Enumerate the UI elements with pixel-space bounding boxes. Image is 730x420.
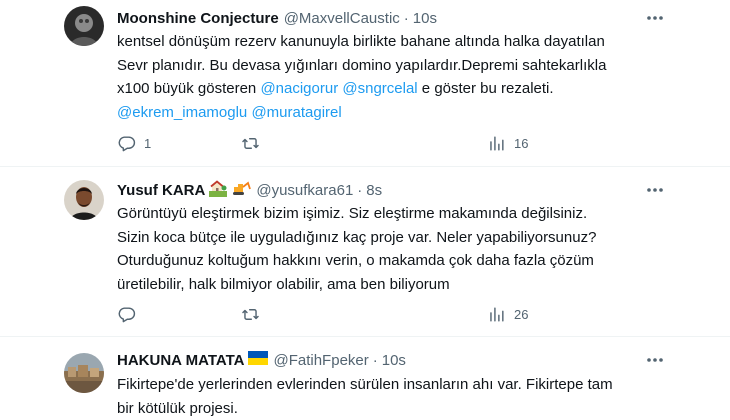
reply-count: 1 xyxy=(144,135,152,151)
mention-link[interactable]: @sngrcelal xyxy=(342,80,417,97)
author-handle[interactable]: @MaxvellCaustic xyxy=(284,10,400,27)
tweet-line: Sevr planıdır. Bu devasa yığınları domin… xyxy=(117,56,607,74)
timestamp[interactable]: 10s xyxy=(382,352,406,369)
author-handle[interactable]: @yusufkara61 xyxy=(256,182,353,199)
tweet-line: Sizin koca bütçe ile uyguladığınız kaç p… xyxy=(117,228,597,246)
tweet-line: üretilebilir, halk bilmiyor olabilir, am… xyxy=(117,275,450,293)
reply-icon xyxy=(118,135,136,151)
views-button[interactable]: 16 xyxy=(487,133,528,153)
tweet-line: kentsel dönüşüm rezerv kanunuyla birlikt… xyxy=(117,33,605,50)
more-icon xyxy=(647,358,663,362)
tweet-actions: 26 xyxy=(117,304,667,324)
more-icon xyxy=(647,188,663,192)
avatar[interactable] xyxy=(64,353,104,393)
more-options-button[interactable] xyxy=(645,180,665,200)
tweet-line: Fikirtepe'de yerlerinden evlerinden sürü… xyxy=(117,376,613,393)
reply-button[interactable]: 1 xyxy=(117,133,151,153)
tweet-header: Yusuf KARA @yusufkara61 · 8s xyxy=(117,179,382,201)
views-count: 16 xyxy=(514,135,529,151)
retweet-button[interactable] xyxy=(241,133,268,153)
author-name[interactable]: Yusuf KARA xyxy=(117,182,205,199)
author-name[interactable]: Moonshine Conjecture xyxy=(117,10,279,27)
more-options-button[interactable] xyxy=(645,8,665,28)
avatar[interactable] xyxy=(64,6,104,46)
tweet-text: Fikirtepe'de yerlerinden evlerinden sürü… xyxy=(117,373,667,420)
ukraine-flag-icon xyxy=(248,351,269,369)
retweet-button[interactable] xyxy=(241,304,268,324)
tweet-line: Oturduğunuz koltuğum hakkını verin, o ma… xyxy=(117,252,594,269)
tweet-1[interactable]: Moonshine Conjecture @MaxvellCaustic · 1… xyxy=(0,0,730,165)
views-icon xyxy=(490,306,504,322)
retweet-icon xyxy=(242,308,259,320)
author-handle[interactable]: @FatihFpeker xyxy=(273,352,368,369)
tweet-line: bir kötülük projesi. xyxy=(117,399,238,417)
mention-link[interactable]: @nacigorur xyxy=(260,80,338,97)
tweet-text: kentsel dönüşüm rezerv kanunuyla birlikt… xyxy=(117,30,667,124)
text-fragment: e göster bu rezaleti. xyxy=(417,80,554,97)
tweet-2[interactable]: Yusuf KARA @yusufkara61 · 8s Görüntüyü e… xyxy=(0,167,730,335)
views-button[interactable]: 26 xyxy=(487,304,528,324)
tweet-line: x100 büyük gösteren @nacigorur @sngrcela… xyxy=(117,77,667,101)
views-count: 26 xyxy=(514,306,529,322)
avatar[interactable] xyxy=(64,180,104,220)
timestamp[interactable]: 10s xyxy=(413,10,437,27)
mention-link[interactable]: @ekrem_imamoglu xyxy=(117,104,247,121)
views-icon xyxy=(490,135,504,151)
tweet-actions: 1 16 xyxy=(117,133,667,153)
reply-button[interactable] xyxy=(117,304,144,324)
text-fragment: x100 büyük gösteren xyxy=(117,80,261,97)
tweet-header: Moonshine Conjecture @MaxvellCaustic · 1… xyxy=(117,7,437,29)
more-icon xyxy=(647,16,663,20)
reply-icon xyxy=(118,306,136,322)
author-name[interactable]: HAKUNA MATATA xyxy=(117,352,244,369)
tweet-line: @ekrem_imamoglu @muratagirel xyxy=(117,101,667,125)
tweet-text: Görüntüyü eleştirmek bizim işimiz. Siz e… xyxy=(117,202,667,296)
mention-link[interactable]: @muratagirel xyxy=(251,104,341,121)
excavator-icon xyxy=(231,179,252,201)
separator-dot: · xyxy=(357,181,363,199)
more-options-button[interactable] xyxy=(645,350,665,370)
house-with-garden-icon xyxy=(209,179,228,201)
separator-dot: · xyxy=(372,351,378,369)
separator-dot: · xyxy=(403,9,409,27)
timestamp[interactable]: 8s xyxy=(366,182,382,199)
tweet-3[interactable]: HAKUNA MATATA @FatihFpeker · 10s Fikirte… xyxy=(0,337,730,420)
tweet-line: Görüntüyü eleştirmek bizim işimiz. Siz e… xyxy=(117,205,588,222)
retweet-icon xyxy=(242,137,259,149)
tweet-header: HAKUNA MATATA @FatihFpeker · 10s xyxy=(117,349,406,371)
